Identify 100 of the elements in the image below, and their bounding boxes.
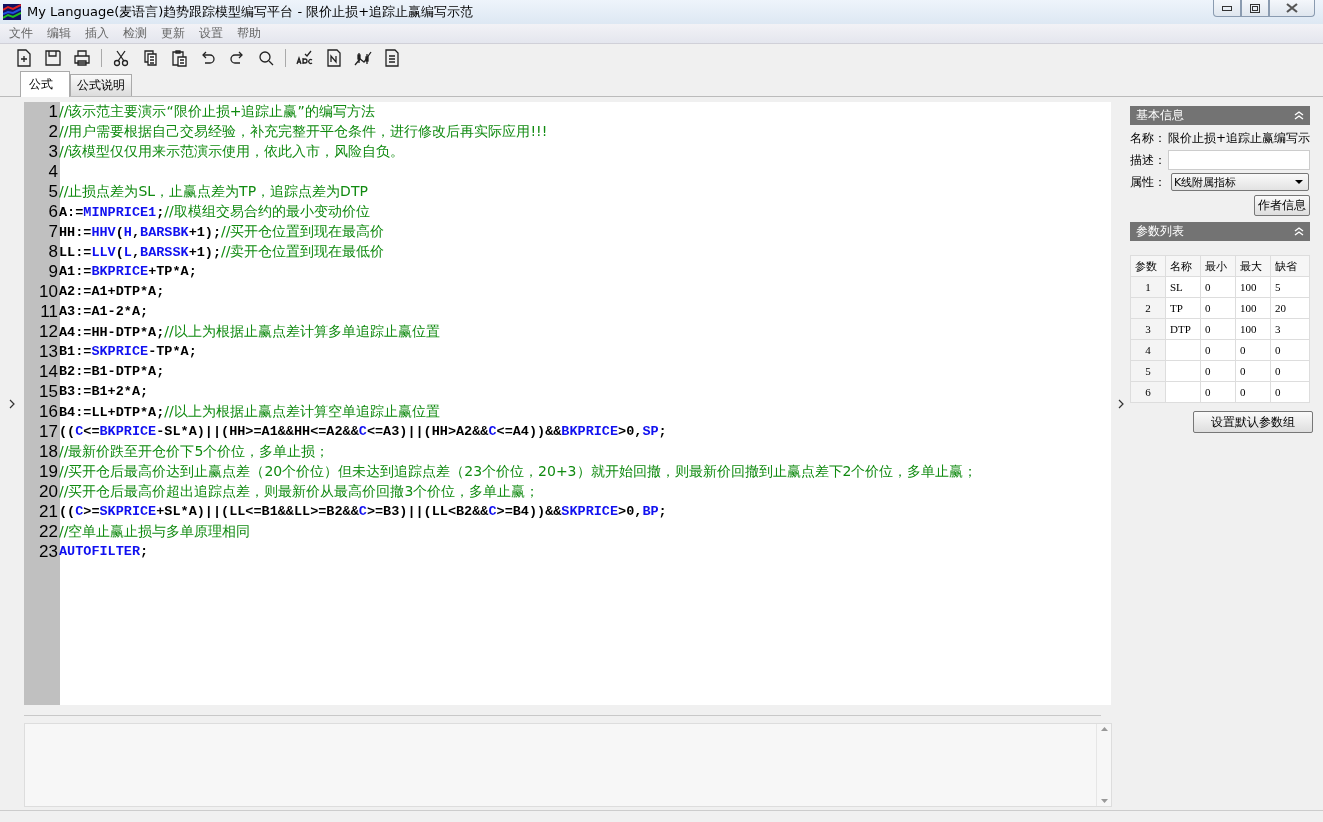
table-cell: 1 (1130, 276, 1166, 298)
line-number: 16 (38, 402, 58, 422)
search-icon[interactable] (256, 48, 276, 68)
set-defaults-button[interactable]: 设置默认参数组 (1193, 411, 1313, 433)
line-number: 10 (38, 282, 58, 302)
menu-item[interactable]: 设置 (192, 25, 230, 42)
section-header[interactable]: 基本信息 (1130, 106, 1310, 125)
table-cell: 20 (1270, 297, 1310, 319)
menu-item[interactable]: 编辑 (40, 25, 78, 42)
code-line: //空单止赢止损与多单原理相同 (58, 522, 251, 541)
code-line: //止损点差为SL，止赢点差为TP，追踪点差为DTP (58, 182, 368, 201)
tab[interactable]: 公式 (20, 71, 70, 97)
table-cell (1165, 339, 1201, 361)
code-line: A1:=BKPRICE+TP*A; (58, 263, 197, 281)
line-number: 21 (38, 502, 58, 522)
table-cell: 0 (1235, 381, 1271, 403)
column-header: 参数 (1130, 255, 1166, 277)
code-line: LL:=LLV(L,BARSSK+1);//卖开仓位置到现在最低价 (58, 242, 385, 262)
code-line: //买开仓后最高价超出追踪点差，则最新价从最高价回撤3个价位，多单止赢； (58, 482, 540, 501)
line-number: 6 (47, 202, 58, 222)
n-document-icon[interactable] (324, 48, 344, 68)
code-line: B4:=LL+DTP*A;//以上为根据止赢点差计算空单追踪止赢位置 (58, 402, 440, 422)
table-cell: 4 (1130, 339, 1166, 361)
document-icon[interactable] (382, 48, 402, 68)
table-cell: 3 (1270, 318, 1310, 340)
collapse-icon[interactable] (1294, 227, 1304, 236)
scrollbar[interactable] (1096, 724, 1111, 806)
maximize-button[interactable] (1241, 0, 1269, 17)
table-cell: 0 (1200, 339, 1236, 361)
code-line: //买开仓后最高价达到止赢点差（20个价位）但未达到追踪点差（23个价位，20+3）就开始回撤，则最新价回撤到止赢点差下2个价位，多单止赢； (58, 462, 978, 481)
save-icon[interactable] (43, 48, 63, 68)
code-line: A2:=A1+DTP*A; (58, 283, 165, 301)
close-button[interactable] (1269, 0, 1315, 17)
column-header: 最大 (1235, 255, 1271, 277)
line-number: 22 (38, 522, 58, 542)
menu-item[interactable]: 文件 (2, 25, 40, 42)
author-info-button[interactable]: 作者信息 (1254, 195, 1310, 216)
table-cell: 0 (1235, 360, 1271, 382)
window-title: My Language(麦语言)趋势跟踪模型编写平台 - 限价止损+追踪止赢编写示范 (27, 3, 474, 21)
section-header[interactable]: 参数列表 (1130, 222, 1310, 241)
code-line: B1:=SKPRICE-TP*A; (58, 343, 197, 361)
scissors-icon[interactable] (111, 48, 131, 68)
line-number: 23 (38, 542, 58, 562)
line-number: 9 (47, 262, 58, 282)
code-line: //该模型仅仅用来示范演示使用，依此入市，风险自负。 (58, 142, 405, 161)
field-label: 描述： (1130, 151, 1167, 169)
table-cell: 0 (1270, 339, 1310, 361)
scroll-up-icon[interactable] (1100, 727, 1108, 731)
collapse-icon[interactable] (1294, 111, 1304, 120)
table-cell: TP (1165, 297, 1201, 319)
code-line: A:=MINPRICE1;//取模组交易合约的最小变动价位 (58, 202, 370, 222)
table-cell: 6 (1130, 381, 1166, 403)
code-line: //最新价跌至开仓价下5个价位，多单止损； (58, 442, 330, 461)
description-field[interactable] (1168, 150, 1310, 170)
table-cell: 2 (1130, 297, 1166, 319)
minimize-icon (1222, 5, 1232, 11)
attribute-dropdown[interactable]: K线附属指标 (1171, 173, 1309, 191)
line-number: 17 (38, 422, 58, 442)
table-cell: SL (1165, 276, 1201, 298)
paste-icon[interactable] (169, 48, 189, 68)
menu-item[interactable]: 更新 (154, 25, 192, 42)
tab[interactable]: 公式说明 (70, 74, 132, 96)
new-file-icon[interactable] (14, 48, 34, 68)
code-line: A4:=HH-DTP*A;//以上为根据止赢点差计算多单追踪止赢位置 (58, 322, 440, 342)
code-line: //该示范主要演示“限价止损+追踪止赢”的编写方法 (58, 102, 375, 121)
line-number: 18 (38, 442, 58, 462)
scroll-down-icon[interactable] (1100, 799, 1108, 803)
maximize-icon (1250, 3, 1260, 13)
line-number: 2 (47, 122, 58, 142)
code-line: A3:=A1-2*A; (58, 303, 149, 321)
section-title: 基本信息 (1136, 107, 1185, 124)
code-line: ((C<=BKPRICE-SL*A)||(HH>=A1&&HH<=A2&&C<=A3)||(HH>A2&&C<=A4))&&BKPRICE>0,SP; (58, 423, 667, 441)
code-line: AUTOFILTER; (58, 543, 149, 561)
name-value: 限价止损+追踪止赢编写示 (1167, 129, 1310, 147)
line-number: 5 (47, 182, 58, 202)
table-cell: 0 (1270, 381, 1310, 403)
code-line: B2:=B1-DTP*A; (58, 363, 165, 381)
minimize-button[interactable] (1213, 0, 1241, 17)
dropdown-arrow-icon (1294, 179, 1304, 185)
line-number: 14 (38, 362, 58, 382)
code-line: ((C>=SKPRICE+SL*A)||(LL<=B1&&LL>=B2&&C>=B3)||(LL<B2&&C>=B4))&&SKPRICE>0,BP; (58, 503, 667, 521)
column-header: 最小 (1200, 255, 1236, 277)
line-number: 1 (47, 102, 58, 122)
table-cell: 100 (1235, 297, 1271, 319)
menu-item[interactable]: 插入 (78, 25, 116, 42)
table-cell: 100 (1235, 318, 1271, 340)
code-line: HH:=HHV(H,BARSBK+1);//买开仓位置到现在最高价 (58, 222, 385, 242)
column-header: 缺省 (1270, 255, 1310, 277)
table-cell: 5 (1130, 360, 1166, 382)
print-icon[interactable] (72, 48, 92, 68)
menu-item[interactable]: 检测 (116, 25, 154, 42)
table-cell: 5 (1270, 276, 1310, 298)
table-cell: 0 (1200, 318, 1236, 340)
line-number: 13 (38, 342, 58, 362)
menu-item[interactable]: 帮助 (230, 25, 268, 42)
line-number: 4 (47, 162, 58, 182)
chart-lines-icon (3, 4, 21, 20)
line-number: 12 (38, 322, 58, 342)
table-cell: 0 (1235, 339, 1271, 361)
field-label: 名称： (1130, 129, 1167, 147)
